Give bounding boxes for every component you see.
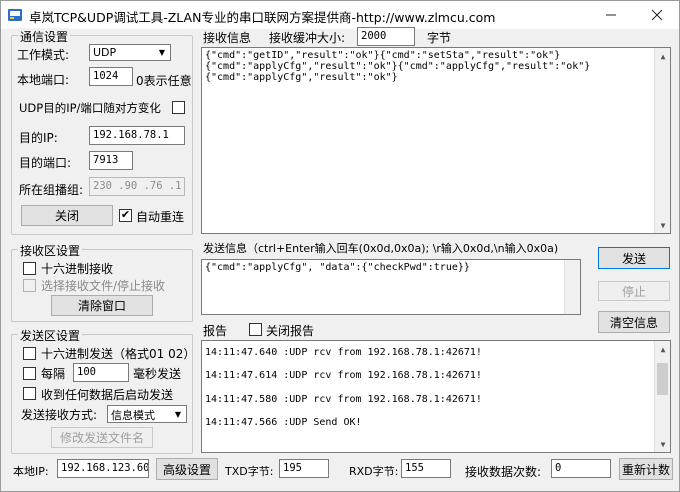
recv-buffer-field[interactable]: 2000 bbox=[357, 27, 415, 46]
send-mode-label: 发送接收方式: bbox=[21, 408, 98, 422]
recv-then-send-checkbox[interactable] bbox=[23, 387, 36, 400]
txd-label: TXD字节: bbox=[225, 465, 274, 478]
app-icon bbox=[7, 7, 23, 23]
recv-then-send-label: 收到任何数据后启动发送 bbox=[41, 388, 174, 402]
periodic-send-checkbox[interactable] bbox=[23, 367, 36, 380]
recv-line: {"cmd":"applyCfg","result":"ok"} bbox=[205, 72, 398, 83]
close-report-label: 关闭报告 bbox=[266, 324, 315, 338]
rxd-label: RXD字节: bbox=[349, 465, 399, 478]
clear-window-button[interactable]: 清除窗口 bbox=[51, 295, 153, 316]
scroll-up-icon[interactable]: ▲ bbox=[655, 48, 670, 64]
recv-scrollbar[interactable]: ▲ ▼ bbox=[654, 48, 670, 233]
recv-line: {"cmd":"applyCfg","result":"ok"}{"cmd":"… bbox=[205, 61, 591, 72]
hex-send-label: 十六进制发送（格式01 02） bbox=[41, 347, 196, 361]
recv-count-field: 0 bbox=[551, 459, 611, 478]
send-textarea[interactable]: {"cmd":"applyCfg", "data":{"checkPwd":tr… bbox=[201, 259, 581, 315]
udp-follow-label: UDP目的IP/端口随对方变化 bbox=[19, 101, 161, 115]
every-label: 每隔 bbox=[41, 367, 66, 381]
hex-send-checkbox[interactable] bbox=[23, 347, 36, 360]
recv-count-label: 接收数据次数: bbox=[465, 465, 542, 479]
app-window: 卓岚TCP&UDP调试工具-ZLAN专业的串口联网方案提供商-http://ww… bbox=[0, 0, 680, 492]
recv-buffer-label: 接收缓冲大小: bbox=[269, 31, 346, 45]
report-title: 报告 bbox=[203, 324, 228, 338]
recv-line: {"cmd":"getID","result":"ok"}{"cmd":"set… bbox=[205, 50, 561, 61]
select-recv-file-label: 选择接收文件/停止接收 bbox=[41, 279, 166, 293]
minimize-icon[interactable] bbox=[589, 1, 633, 29]
work-mode-label: 工作模式: bbox=[17, 48, 70, 62]
comm-settings-title: 通信设置 bbox=[18, 28, 71, 45]
report-scrollbar[interactable]: ▲ ▼ bbox=[654, 341, 670, 452]
multicast-label: 所在组播组: bbox=[19, 183, 84, 197]
close-icon[interactable] bbox=[635, 1, 679, 29]
report-line: 14:11:47.580 :UDP rcv from 192.168.78.1:… bbox=[205, 394, 482, 405]
local-port-hint: 0表示任意 bbox=[136, 74, 192, 88]
scroll-down-icon[interactable]: ▼ bbox=[655, 217, 670, 233]
report-line: 14:11:47.640 :UDP rcv from 192.168.78.1:… bbox=[205, 347, 482, 358]
udp-follow-checkbox[interactable] bbox=[172, 101, 185, 114]
local-port-field[interactable]: 1024 bbox=[89, 67, 133, 86]
close-connection-button[interactable]: 关闭 bbox=[21, 205, 113, 226]
ms-send-label: 毫秒发送 bbox=[133, 367, 182, 381]
scroll-thumb[interactable] bbox=[657, 363, 668, 395]
recv-textarea[interactable]: {"cmd":"getID","result":"ok"}{"cmd":"set… bbox=[201, 47, 671, 234]
local-port-label: 本地端口: bbox=[17, 73, 70, 87]
auto-reconnect-checkbox[interactable]: ✔ bbox=[119, 209, 132, 222]
stop-button: 停止 bbox=[598, 281, 670, 301]
local-ip-field: 192.168.123.60 bbox=[57, 459, 149, 478]
work-mode-value: UDP bbox=[93, 46, 117, 59]
report-textarea[interactable]: 14:11:47.640 :UDP rcv from 192.168.78.1:… bbox=[201, 340, 671, 453]
close-report-checkbox[interactable] bbox=[249, 323, 262, 336]
chevron-down-icon: ▼ bbox=[158, 48, 166, 57]
dest-ip-label: 目的IP: bbox=[19, 131, 58, 145]
local-ip-label: 本地IP: bbox=[13, 465, 49, 478]
multicast-field: 230 .90 .76 .1 bbox=[89, 177, 185, 196]
hex-recv-label: 十六进制接收 bbox=[41, 262, 114, 276]
recv-settings-title: 接收区设置 bbox=[18, 242, 83, 259]
dest-port-label: 目的端口: bbox=[19, 156, 72, 170]
scroll-down-icon[interactable]: ▼ bbox=[655, 436, 670, 452]
clear-info-button[interactable]: 清空信息 bbox=[598, 311, 670, 333]
window-title: 卓岚TCP&UDP调试工具-ZLAN专业的串口联网方案提供商-http://ww… bbox=[29, 10, 496, 25]
send-content: {"cmd":"applyCfg", "data":{"checkPwd":tr… bbox=[205, 262, 470, 273]
reset-count-button[interactable]: 重新计数 bbox=[619, 458, 673, 480]
dest-port-field[interactable]: 7913 bbox=[89, 151, 133, 170]
txd-field: 195 bbox=[279, 459, 329, 478]
send-button[interactable]: 发送 bbox=[598, 247, 670, 269]
work-mode-select[interactable]: UDP ▼ bbox=[89, 44, 171, 61]
report-line: 14:11:47.566 :UDP Send OK! bbox=[205, 417, 362, 428]
select-recv-file-checkbox bbox=[23, 279, 36, 292]
title-bar: 卓岚TCP&UDP调试工具-ZLAN专业的串口联网方案提供商-http://ww… bbox=[1, 1, 679, 29]
dest-ip-field[interactable]: 192.168.78.1 bbox=[89, 126, 185, 145]
recv-buffer-unit: 字节 bbox=[427, 31, 452, 45]
send-area-title: 发送信息（ctrl+Enter输入回车(0x0d,0x0a); \r输入0x0d… bbox=[203, 242, 559, 255]
advanced-settings-button[interactable]: 高级设置 bbox=[156, 458, 218, 480]
rxd-field: 155 bbox=[401, 459, 451, 478]
interval-field[interactable]: 100 bbox=[73, 363, 129, 382]
send-mode-value: 信息模式 bbox=[111, 409, 155, 422]
modify-send-file-button: 修改发送文件名 bbox=[51, 427, 153, 448]
auto-reconnect-label: 自动重连 bbox=[136, 210, 185, 224]
report-line: 14:11:47.614 :UDP rcv from 192.168.78.1:… bbox=[205, 370, 482, 381]
chevron-down-icon: ▼ bbox=[174, 409, 182, 419]
send-settings-title: 发送区设置 bbox=[18, 327, 83, 344]
send-scrollbar[interactable] bbox=[564, 260, 580, 314]
scroll-up-icon[interactable]: ▲ bbox=[655, 341, 670, 357]
hex-recv-checkbox[interactable] bbox=[23, 262, 36, 275]
send-mode-select[interactable]: 信息模式 ▼ bbox=[107, 405, 187, 423]
recv-area-title: 接收信息 bbox=[203, 31, 252, 45]
